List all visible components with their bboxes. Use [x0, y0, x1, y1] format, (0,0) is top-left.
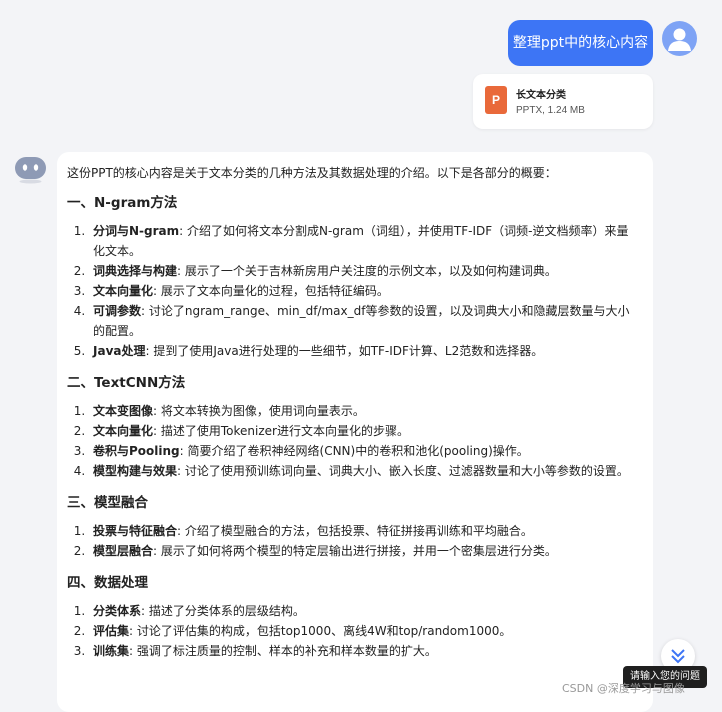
list-item-description: : 描述了分类体系的层级结构。	[141, 604, 305, 618]
list-item-term: 分类体系	[93, 604, 142, 618]
list-item-description: : 强调了标注质量的控制、样本的补充和样本数量的扩大。	[129, 644, 437, 658]
user-avatar-icon	[668, 28, 691, 51]
list-item-term: 评估集	[93, 624, 130, 638]
user-message-bubble: 整理ppt中的核心内容	[508, 20, 653, 66]
list-item: 文本变图像: 将文本转换为图像，使用词向量表示。	[89, 401, 637, 421]
list-item: 模型构建与效果: 讨论了使用预训练词向量、词典大小、嵌入长度、过滤器数量和大小等…	[89, 461, 637, 481]
list-item-term: 文本变图像	[93, 404, 154, 418]
list-item-term: 文本向量化	[93, 284, 154, 298]
list-item: 文本向量化: 展示了文本向量化的过程，包括特征编码。	[89, 281, 637, 301]
list-item: 训练集: 强调了标注质量的控制、样本的补充和样本数量的扩大。	[89, 641, 637, 661]
list-item: 卷积与Pooling: 简要介绍了卷积神经网络(CNN)中的卷积和池化(pool…	[89, 441, 637, 461]
list-item-term: 可调参数	[93, 304, 142, 318]
robot-icon	[15, 157, 46, 184]
list-item: 投票与特征融合: 介绍了模型融合的方法，包括投票、特征拼接再训练和平均融合。	[89, 521, 637, 541]
list-item-description: : 讨论了评估集的构成，包括top1000、离线4W和top/random100…	[129, 624, 512, 638]
list-item-description: : 提到了使用Java进行处理的一些细节，如TF-IDF计算、L2范数和选择器。	[145, 344, 544, 358]
list-item-term: 词典选择与构建	[93, 264, 178, 278]
list-item-term: 分词与N-gram	[93, 224, 180, 238]
section-title: 三、模型融合	[67, 495, 148, 511]
list-item-description: : 介绍了模型融合的方法，包括投票、特征拼接再训练和平均融合。	[177, 524, 533, 538]
attachment-card[interactable]: P 长文本分类 PPTX, 1.24 MB	[473, 74, 653, 129]
section-title: 一、N-gram方法	[67, 195, 178, 211]
attachment-name: 长文本分类	[516, 90, 566, 101]
list-item: Java处理: 提到了使用Java进行处理的一些细节，如TF-IDF计算、L2范…	[89, 341, 637, 361]
answer-sections: 一、N-gram方法分词与N-gram: 介绍了如何将文本分割成N-gram（词…	[67, 191, 637, 661]
section-list: 文本变图像: 将文本转换为图像，使用词向量表示。文本向量化: 描述了使用Toke…	[67, 401, 637, 481]
watermark: CSDN @深度学习与图像	[562, 682, 685, 695]
list-item: 分类体系: 描述了分类体系的层级结构。	[89, 601, 637, 621]
list-item: 分词与N-gram: 介绍了如何将文本分割成N-gram（词组），并使用TF-I…	[89, 221, 637, 261]
answer-intro: 这份PPT的核心内容是关于文本分类的几种方法及其数据处理的介绍。以下是各部分的概…	[67, 166, 557, 180]
list-item: 文本向量化: 描述了使用Tokenizer进行文本向量化的步骤。	[89, 421, 637, 441]
section-title: 四、数据处理	[67, 575, 148, 591]
section-list: 分词与N-gram: 介绍了如何将文本分割成N-gram（词组），并使用TF-I…	[67, 221, 637, 361]
pptx-file-icon: P	[485, 86, 507, 114]
section-list: 投票与特征融合: 介绍了模型融合的方法，包括投票、特征拼接再训练和平均融合。模型…	[67, 521, 637, 561]
list-item-description: : 讨论了使用预训练词向量、词典大小、嵌入长度、过滤器数量和大小等参数的设置。	[177, 464, 629, 478]
list-item: 词典选择与构建: 展示了一个关于吉林新房用户关注度的示例文本，以及如何构建词典。	[89, 261, 637, 281]
attachment-meta: PPTX, 1.24 MB	[516, 105, 585, 116]
list-item-description: : 展示了文本向量化的过程，包括特征编码。	[153, 284, 389, 298]
list-item: 可调参数: 讨论了ngram_range、min_df/max_df等参数的设置…	[89, 301, 637, 341]
list-item-term: 模型构建与效果	[93, 464, 178, 478]
user-message-text: 整理ppt中的核心内容	[512, 35, 649, 51]
list-item-term: 卷积与Pooling	[93, 444, 180, 458]
assistant-avatar	[14, 156, 47, 184]
list-item-term: 文本向量化	[93, 424, 154, 438]
user-avatar	[662, 21, 697, 56]
list-item-description: : 简要介绍了卷积神经网络(CNN)中的卷积和池化(pooling)操作。	[179, 444, 529, 458]
assistant-answer: 这份PPT的核心内容是关于文本分类的几种方法及其数据处理的介绍。以下是各部分的概…	[57, 152, 653, 712]
list-item: 模型层融合: 展示了如何将两个模型的特定层输出进行拼接，并用一个密集层进行分类。	[89, 541, 637, 561]
list-item-description: : 描述了使用Tokenizer进行文本向量化的步骤。	[153, 424, 409, 438]
list-item-term: 训练集	[93, 644, 130, 658]
list-item-term: 投票与特征融合	[93, 524, 178, 538]
list-item-description: : 讨论了ngram_range、min_df/max_df等参数的设置，以及词…	[93, 304, 630, 338]
list-item-description: : 将文本转换为图像，使用词向量表示。	[153, 404, 365, 418]
section-list: 分类体系: 描述了分类体系的层级结构。评估集: 讨论了评估集的构成，包括top1…	[67, 601, 637, 661]
list-item-description: : 展示了如何将两个模型的特定层输出进行拼接，并用一个密集层进行分类。	[153, 544, 557, 558]
list-item-term: 模型层融合	[93, 544, 154, 558]
list-item-description: : 展示了一个关于吉林新房用户关注度的示例文本，以及如何构建词典。	[177, 264, 557, 278]
list-item: 评估集: 讨论了评估集的构成，包括top1000、离线4W和top/random…	[89, 621, 637, 641]
list-item-term: Java处理	[93, 344, 146, 358]
section-title: 二、TextCNN方法	[67, 375, 186, 391]
